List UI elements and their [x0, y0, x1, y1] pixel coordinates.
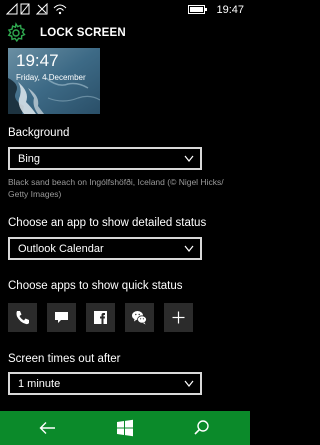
chevron-down-icon — [184, 245, 194, 252]
search-icon[interactable] — [192, 419, 212, 437]
status-clock: 19:47 — [216, 4, 244, 16]
detailed-status-selected-value: Outlook Calendar — [18, 243, 104, 255]
quick-status-messaging[interactable] — [47, 303, 76, 332]
lock-screen-preview[interactable]: 19:47 Friday, 4 December — [8, 48, 100, 114]
messaging-icon — [55, 312, 68, 323]
battery-icon — [188, 5, 207, 14]
preview-time: 19:47 — [16, 51, 59, 70]
wechat-icon — [132, 311, 147, 325]
detailed-status-dropdown[interactable]: Outlook Calendar — [8, 237, 202, 260]
timeout-selected-value: 1 minute — [18, 378, 61, 390]
wallpaper-caption: Black sand beach on Ingólfshöfði, Icelan… — [8, 177, 224, 199]
chevron-down-icon — [184, 380, 194, 387]
background-dropdown[interactable]: Bing — [8, 147, 202, 170]
background-label: Background — [8, 127, 70, 139]
page-title: LOCK SCREEN — [40, 27, 126, 39]
back-icon[interactable] — [38, 419, 58, 437]
status-bar: 19:47 — [0, 0, 250, 20]
add-icon — [172, 311, 185, 324]
timeout-label: Screen times out after — [8, 353, 121, 365]
navigation-bar — [0, 411, 250, 445]
chevron-down-icon — [184, 155, 194, 162]
quick-status-facebook[interactable] — [86, 303, 115, 332]
wifi-icon — [53, 4, 67, 15]
preview-date: Friday, 4 December — [16, 73, 86, 82]
signal-icon — [6, 3, 18, 15]
page-header: LOCK SCREEN — [0, 20, 250, 48]
quick-status-wechat[interactable] — [125, 303, 154, 332]
facebook-icon — [94, 311, 107, 324]
no-sim-icon — [20, 3, 30, 15]
quick-status-phone[interactable] — [8, 303, 37, 332]
quick-status-label: Choose apps to show quick status — [8, 280, 183, 292]
start-icon[interactable] — [115, 419, 135, 437]
detailed-status-label: Choose an app to show detailed status — [8, 217, 207, 229]
signal-off-icon — [36, 3, 48, 15]
gear-icon — [7, 22, 26, 43]
phone-icon — [16, 311, 29, 325]
quick-status-add[interactable] — [164, 303, 193, 332]
background-selected-value: Bing — [18, 153, 41, 165]
timeout-dropdown[interactable]: 1 minute — [8, 372, 202, 395]
